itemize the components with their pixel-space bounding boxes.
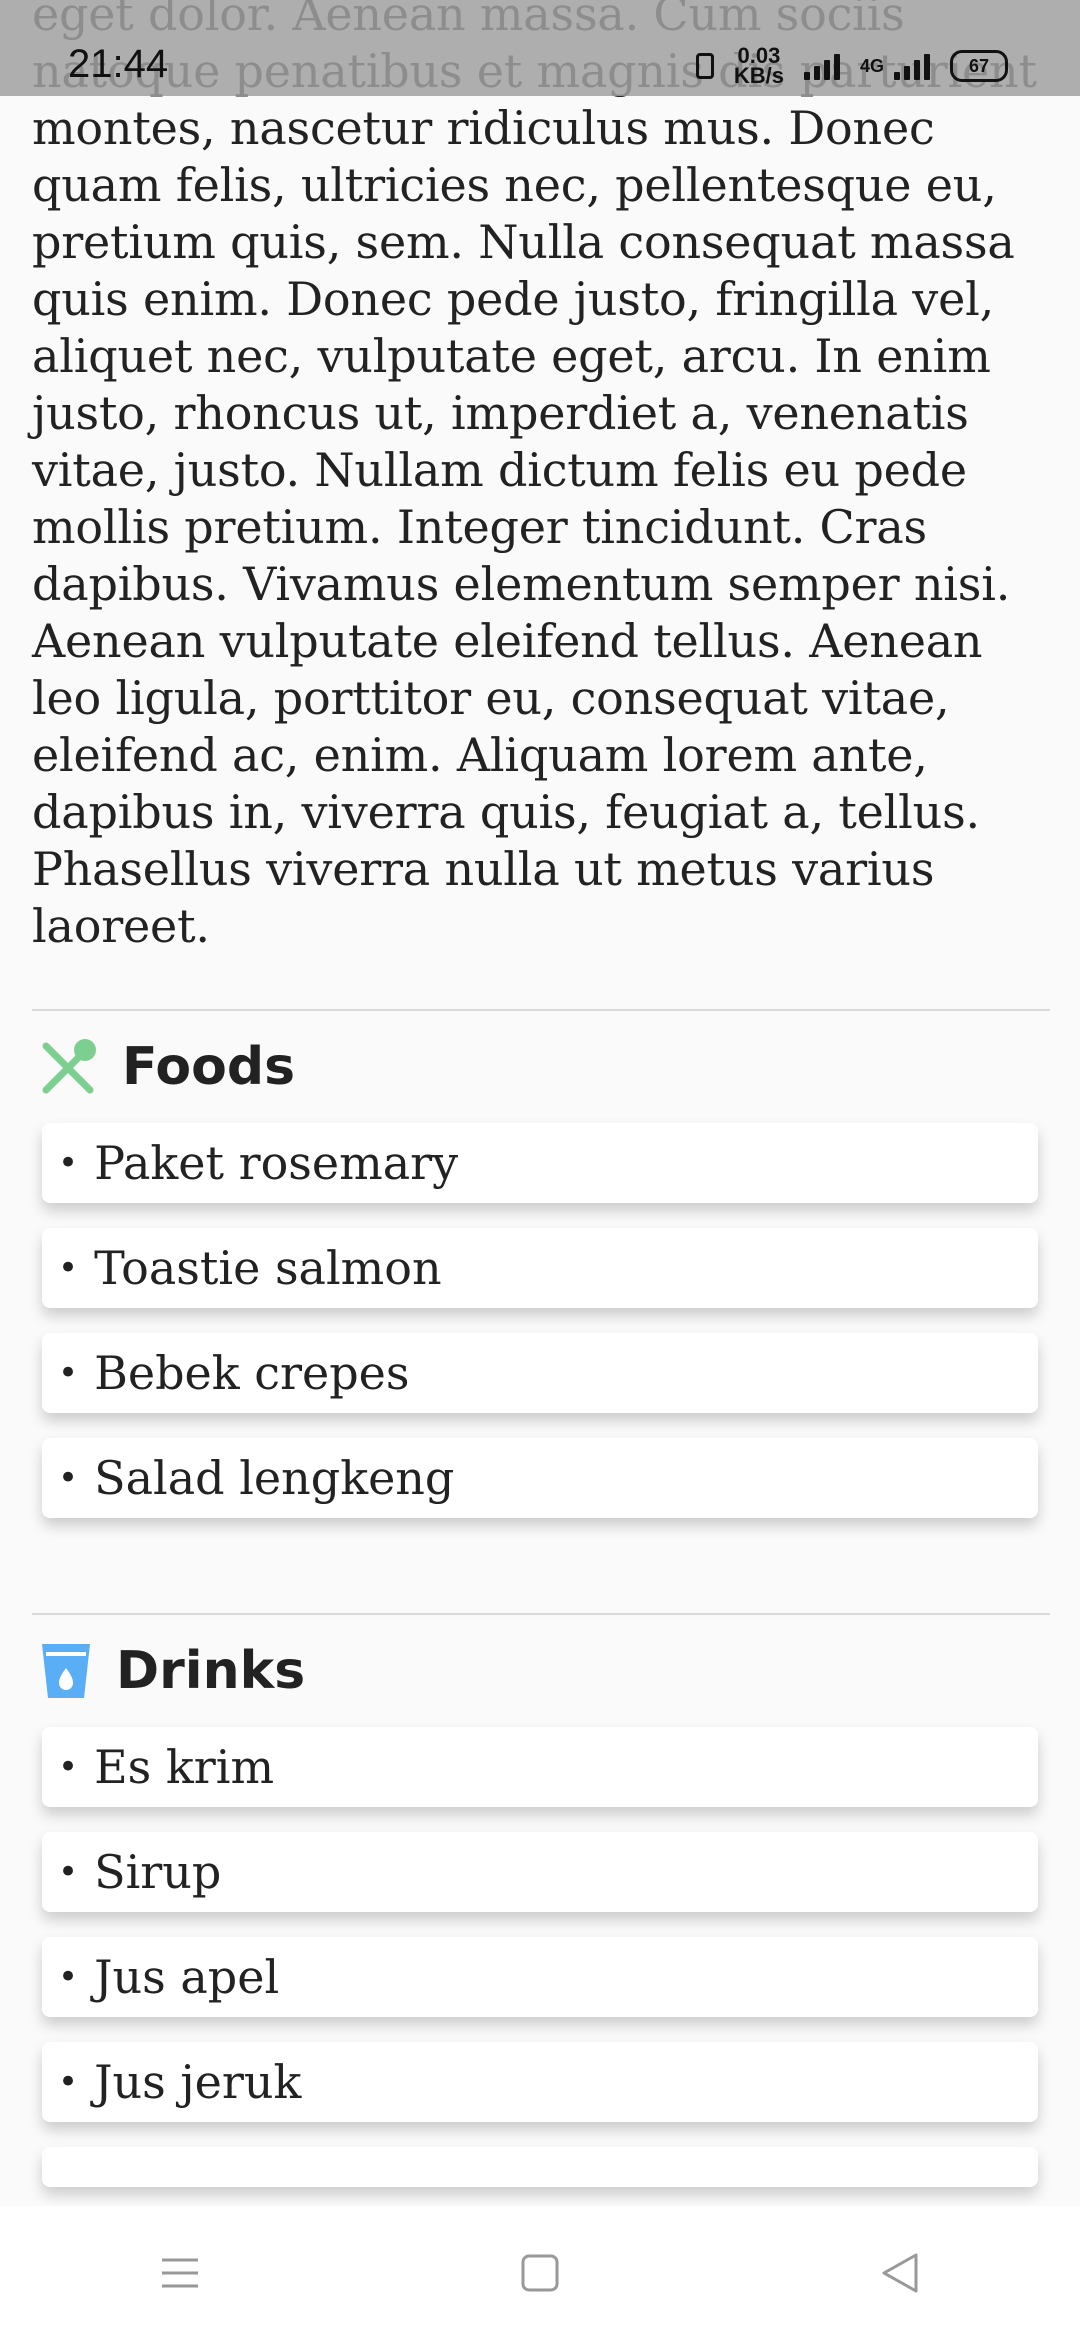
network-speed: 0.03 KB/s bbox=[733, 43, 784, 88]
food-item[interactable]: • Salad lengkeng bbox=[42, 1438, 1038, 1518]
food-item[interactable]: • Toastie salmon bbox=[42, 1228, 1038, 1308]
drink-item[interactable]: • Sirup bbox=[42, 1832, 1038, 1912]
wifi-signal-icon bbox=[803, 52, 840, 80]
status-bar: 21:44 0.03 KB/s 4G 67 bbox=[0, 0, 1080, 96]
home-button[interactable] bbox=[500, 2233, 580, 2313]
back-triangle-icon bbox=[882, 2253, 918, 2293]
drink-item-partial[interactable] bbox=[42, 2147, 1038, 2187]
phone-vibrate-icon bbox=[695, 53, 714, 79]
cell-signal-icon bbox=[894, 52, 930, 80]
foods-section-header: Foods bbox=[32, 1011, 1050, 1123]
utensils-icon bbox=[42, 1039, 96, 1094]
menu-button[interactable] bbox=[140, 2233, 220, 2313]
glass-water-icon bbox=[42, 1644, 90, 1698]
menu-icon bbox=[162, 2258, 198, 2288]
system-nav-bar bbox=[0, 2206, 1080, 2340]
drinks-section-header: Drinks bbox=[32, 1615, 1050, 1727]
drink-item[interactable]: • Es krim bbox=[42, 1727, 1038, 1807]
home-square-icon bbox=[521, 2254, 559, 2292]
scroll-content[interactable]: eget dolor. Aenean massa. Cum sociis nat… bbox=[32, 0, 1050, 2212]
drinks-list: • Es krim • Sirup • Jus apel • Jus jeruk bbox=[32, 1727, 1038, 2187]
article-body: eget dolor. Aenean massa. Cum sociis nat… bbox=[32, 0, 1037, 953]
network-type: 4G bbox=[859, 55, 884, 76]
food-item[interactable]: • Bebek crepes bbox=[42, 1333, 1038, 1413]
drink-item[interactable]: • Jus apel bbox=[42, 1937, 1038, 2017]
foods-list: • Paket rosemary • Toastie salmon • Bebek c… bbox=[32, 1123, 1038, 1518]
drink-item[interactable]: • Jus jeruk bbox=[42, 2042, 1038, 2122]
battery-icon: 67 bbox=[950, 50, 1008, 82]
drinks-title: Drinks bbox=[116, 1641, 306, 1701]
food-item[interactable]: • Paket rosemary bbox=[42, 1123, 1038, 1203]
back-button[interactable] bbox=[860, 2233, 940, 2313]
status-time: 21:44 bbox=[68, 42, 169, 86]
status-icons: 0.03 KB/s 4G 67 bbox=[695, 43, 1008, 88]
foods-title: Foods bbox=[122, 1037, 296, 1097]
